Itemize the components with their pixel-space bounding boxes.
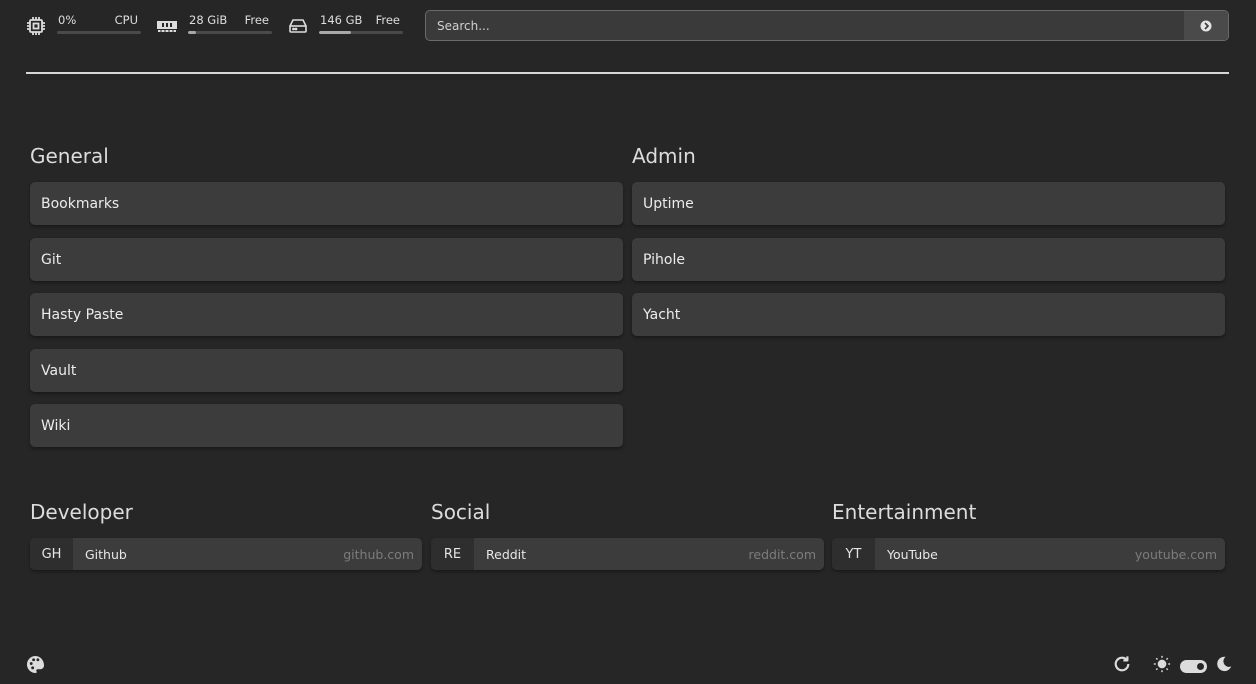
- app-tile-git[interactable]: Git: [30, 238, 623, 281]
- group-title-social: Social: [431, 500, 491, 524]
- search-input[interactable]: [426, 11, 1184, 40]
- app-tile-uptime[interactable]: Uptime: [632, 182, 1225, 225]
- palette-icon: [26, 655, 45, 674]
- group-title-general: General: [30, 144, 109, 168]
- refresh-icon: [1114, 656, 1130, 672]
- app-tile-vault[interactable]: Vault: [30, 349, 623, 392]
- disk-label: Free: [375, 13, 400, 27]
- bookmark-youtube[interactable]: YT YouTube youtube.com: [832, 538, 1225, 570]
- group-title-developer: Developer: [30, 500, 133, 524]
- bookmark-reddit[interactable]: RE Reddit reddit.com: [431, 538, 824, 570]
- app-tile-wiki[interactable]: Wiki: [30, 404, 623, 447]
- search-engine-icon: [1200, 20, 1212, 31]
- group-title-entertainment: Entertainment: [832, 500, 977, 524]
- disk-bar-fill: [319, 31, 351, 34]
- header-divider: [26, 72, 1229, 74]
- bookmark-name: Github: [85, 546, 127, 562]
- memory-bar: [188, 31, 272, 34]
- refresh-button[interactable]: [1113, 655, 1131, 677]
- cpu-stat: 0% CPU: [26, 12, 141, 36]
- bookmark-url: youtube.com: [1134, 546, 1217, 562]
- app-tile-pihole[interactable]: Pihole: [632, 238, 1225, 281]
- disk-value: 146 GB: [320, 13, 363, 27]
- memory-label: Free: [244, 13, 269, 27]
- theme-toggle[interactable]: [1180, 659, 1207, 673]
- app-tile-hasty-paste[interactable]: Hasty Paste: [30, 293, 623, 336]
- search-engine-button[interactable]: [1184, 11, 1228, 40]
- cpu-value: 0%: [58, 13, 77, 27]
- bookmark-github[interactable]: GH Github github.com: [30, 538, 422, 570]
- bookmark-url: github.com: [343, 546, 414, 562]
- disk-stat: 146 GB Free: [288, 12, 403, 36]
- memory-value: 28 GiB: [189, 13, 228, 27]
- bookmark-name: YouTube: [887, 546, 938, 562]
- moon-icon: [1216, 656, 1232, 676]
- bookmark-abbr: YT: [832, 538, 875, 570]
- bookmark-abbr: GH: [30, 538, 73, 570]
- app-tile-bookmarks[interactable]: Bookmarks: [30, 182, 623, 225]
- bookmark-abbr: RE: [431, 538, 474, 570]
- hard-drive-icon: [288, 16, 308, 36]
- app-tile-yacht[interactable]: Yacht: [632, 293, 1225, 336]
- footer-controls: [1113, 655, 1232, 677]
- memory-bar-fill: [188, 31, 197, 34]
- system-stats: 0% CPU 28 GiB Free 146 GB Free: [26, 12, 419, 36]
- search-bar: [425, 10, 1229, 41]
- memory-icon: [157, 16, 177, 36]
- cpu-bar: [57, 31, 141, 34]
- disk-bar: [319, 31, 403, 34]
- group-title-admin: Admin: [632, 144, 696, 168]
- memory-stat: 28 GiB Free: [157, 12, 272, 36]
- theme-palette-button[interactable]: [26, 655, 45, 678]
- sun-icon: [1153, 655, 1171, 677]
- toggle-knob: [1197, 662, 1204, 670]
- cpu-icon: [26, 16, 46, 36]
- cpu-label: CPU: [114, 13, 138, 27]
- bookmark-name: Reddit: [486, 546, 527, 562]
- bookmark-url: reddit.com: [748, 546, 816, 562]
